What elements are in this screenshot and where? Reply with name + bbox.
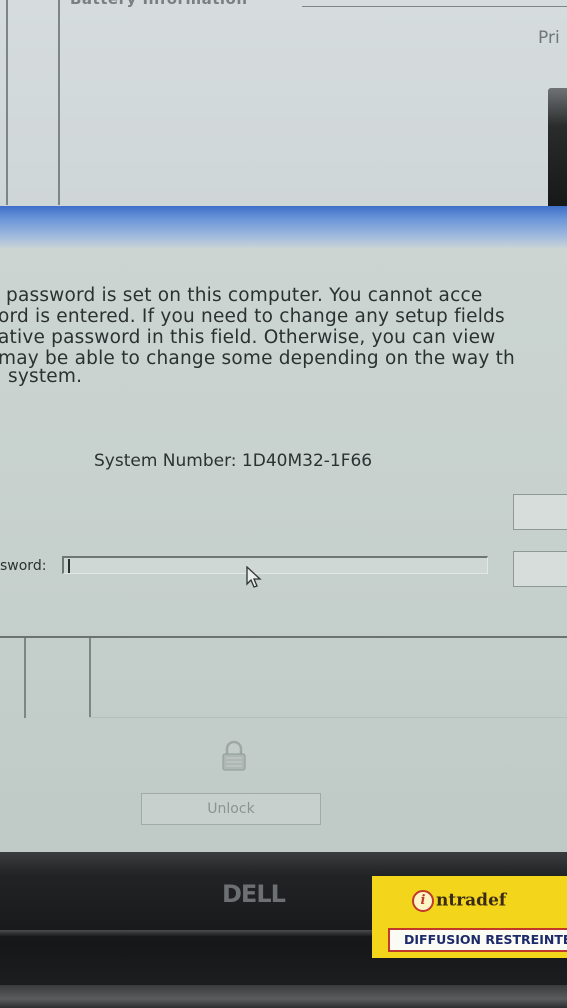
sticker-brand: ntradef	[436, 890, 507, 911]
message-line: ord is entered. If you need to change an…	[0, 306, 505, 327]
password-label: sword:	[0, 558, 47, 574]
i-logo-icon: i	[412, 890, 434, 912]
message-line: ative password in this field. Otherwise,…	[0, 327, 496, 348]
system-number: System Number: 1D40M32-1F66	[94, 451, 373, 471]
group-title: Battery Information	[70, 0, 248, 8]
message-line: password is set on this computer. You ca…	[6, 285, 483, 306]
side-field[interactable]	[513, 494, 567, 530]
text-caret	[68, 559, 70, 573]
asset-sticker: i ntradef DIFFUSION RESTREINTE	[372, 876, 567, 958]
top-window-panel: Battery Information Pri	[0, 0, 567, 216]
brand-logo: DELL	[222, 880, 286, 908]
separator	[0, 636, 567, 638]
panel-divider	[89, 638, 91, 718]
right-label: Pri	[538, 28, 560, 48]
side-field[interactable]	[513, 551, 567, 587]
group-border	[302, 6, 567, 7]
scroll-bar[interactable]	[548, 88, 567, 216]
lock-icon	[222, 740, 246, 771]
panel-divider	[6, 0, 8, 205]
sticker-logo: i ntradef	[412, 890, 506, 912]
unlock-button[interactable]: Unlock	[141, 793, 321, 825]
panel-divider	[89, 717, 567, 718]
panel-divider	[58, 0, 60, 205]
password-input[interactable]	[62, 556, 488, 574]
screen: Battery Information Pri password is set …	[0, 0, 567, 858]
bezel-bottom	[0, 985, 567, 1008]
sticker-classification: DIFFUSION RESTREINTE	[388, 928, 567, 952]
panel-divider	[24, 638, 26, 718]
mouse-cursor-icon	[246, 566, 262, 588]
message-line: system.	[8, 366, 83, 387]
dialog-titlebar	[0, 206, 567, 248]
